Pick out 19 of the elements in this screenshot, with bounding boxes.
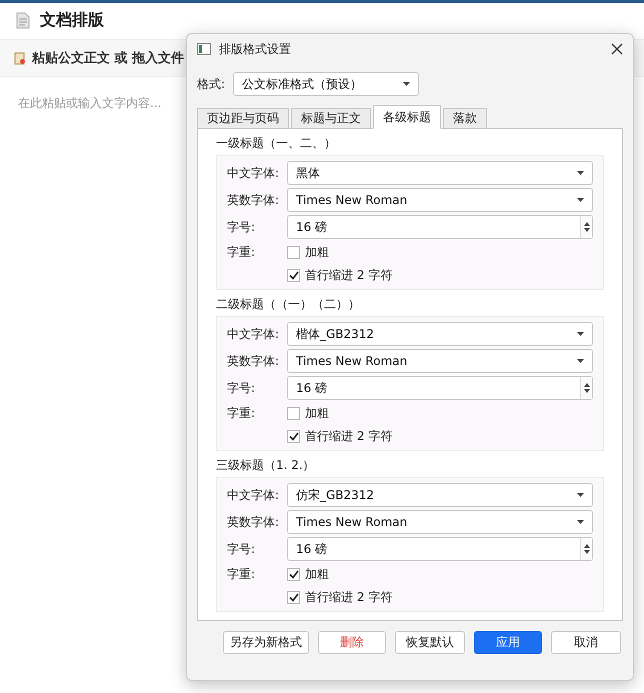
field-label: 字重: [227,404,256,422]
field-label: 中文字体: [227,326,280,342]
field-label: 英数字体: [227,352,280,370]
field-label: 英数字体: [227,192,280,208]
section-heading: 二级标题（（一）（二）） [216,296,361,313]
field-label: 字重: [227,566,256,582]
dialog-title: 排版格式设置 [219,40,292,58]
field-label: 字重: [227,244,256,260]
field-label: 中文字体: [227,164,280,182]
field-label: 英数字体: [227,514,280,530]
section-heading: 三级标题（1. 2.） [216,457,316,474]
format-label: 格式: [197,76,226,92]
field-label: 字号: [227,540,256,558]
app-title: 文档排版 [40,10,104,30]
field-label: 中文字体: [227,486,280,504]
section-heading: 一级标题（一、二、） [216,135,337,152]
toolbar-label: 粘贴公文正文 或 拖入文件 [32,50,184,67]
field-label: 字号: [227,218,256,236]
field-label: 字号: [227,380,256,396]
